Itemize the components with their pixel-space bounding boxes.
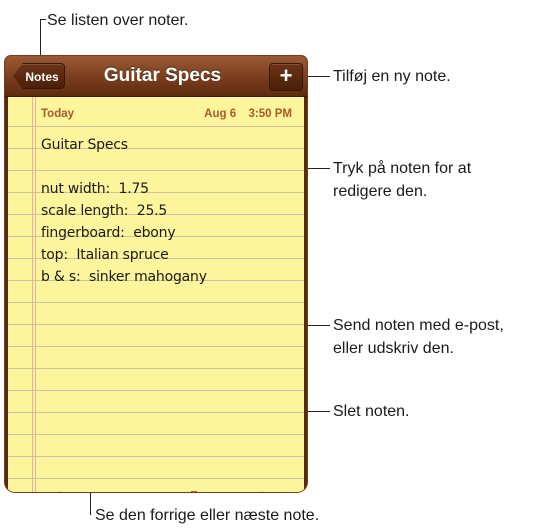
notes-back-button[interactable]: Notes: [13, 63, 65, 89]
trash-icon[interactable]: [181, 490, 207, 492]
add-note-button[interactable]: +: [269, 63, 303, 91]
note-day: Today: [41, 108, 75, 120]
callout-prev-next: Se den forrige eller næste note.: [95, 507, 320, 524]
callout-list-notes: Se listen over noter.: [47, 12, 189, 29]
callout-delete: Slet noten.: [333, 403, 410, 420]
previous-note-icon[interactable]: [47, 490, 73, 492]
notes-app-panel: Notes Guitar Specs + Today Aug 6 3:50 PM…: [5, 56, 307, 492]
note-line: Guitar Specs: [41, 137, 128, 153]
next-note-icon[interactable]: [249, 490, 275, 492]
note-line: scale length: 25.5: [41, 203, 168, 219]
note-date: Aug 6: [204, 108, 237, 120]
note-datetime: Aug 6 3:50 PM: [204, 108, 292, 120]
callout-send-line2: eller udskriv den.: [333, 340, 454, 357]
margin-line: [32, 97, 33, 492]
callout-edit-line1: Tryk på noten for at: [333, 160, 472, 177]
margin-line: [35, 97, 36, 492]
navigation-bar: Notes Guitar Specs +: [5, 56, 307, 97]
callout-send-line1: Send noten med e-post,: [333, 317, 504, 334]
note-line: b & s: sinker mahogany: [41, 269, 207, 285]
callout-edit-line2: redigere den.: [333, 183, 428, 200]
note-line: fingerboard: ebony: [41, 225, 176, 241]
note-paper[interactable]: Today Aug 6 3:50 PM Guitar Specs nut wid…: [8, 97, 304, 492]
note-title: Guitar Specs: [103, 65, 222, 86]
callout-new-note: Tilføj en ny note.: [333, 68, 451, 85]
leader-prevnext-down: [90, 489, 91, 515]
note-line: nut width: 1.75: [41, 181, 149, 197]
send-icon[interactable]: [115, 490, 141, 492]
note-line: top: Italian spruce: [41, 247, 169, 263]
note-time: 3:50 PM: [248, 108, 292, 120]
